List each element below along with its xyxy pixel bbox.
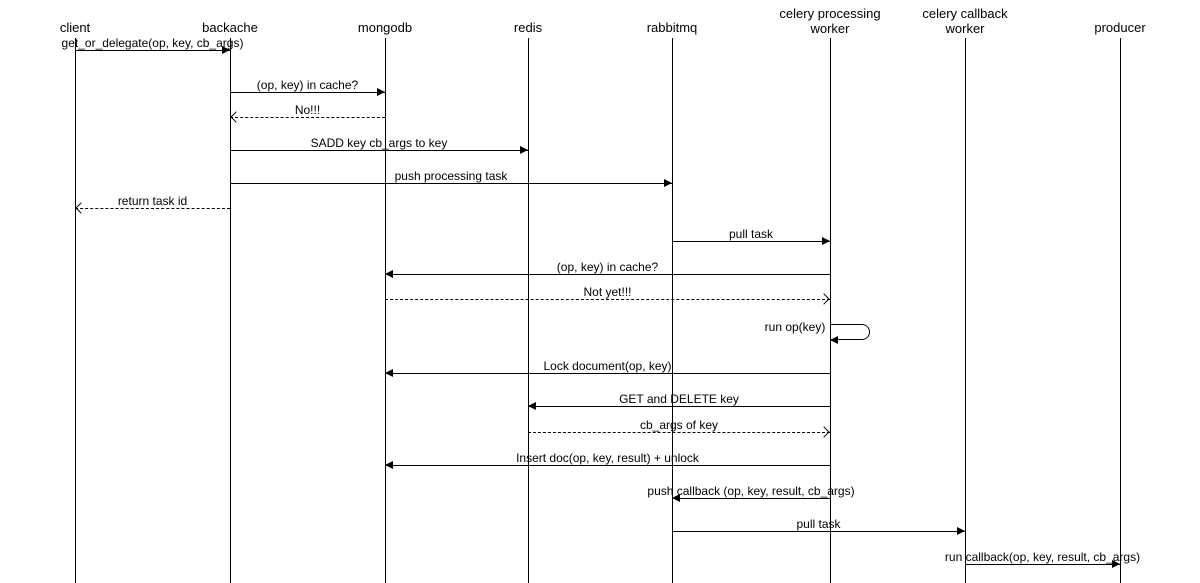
arrow-icon (520, 146, 528, 154)
message-label: cb_args of key (640, 418, 718, 432)
arrow-icon (385, 270, 393, 278)
message-label: No!!! (295, 103, 320, 117)
message-line (230, 183, 672, 184)
message-line (672, 241, 830, 242)
lifeline (830, 38, 831, 583)
participant-label: celery callbackworker (922, 6, 1007, 36)
message-label: pull task (729, 227, 773, 241)
message-line (75, 50, 230, 51)
message-label: push callback (op, key, result, cb_args) (647, 484, 854, 498)
message-line (528, 406, 830, 407)
participant-label: mongodb (358, 20, 412, 35)
arrow-icon (377, 88, 385, 96)
message-label: Lock document(op, key) (543, 359, 671, 373)
arrow-icon (664, 179, 672, 187)
message-label: (op, key) in cache? (257, 78, 358, 92)
message-label: push processing task (395, 169, 508, 183)
message-line (385, 274, 830, 275)
message-line (528, 432, 830, 433)
lifeline (230, 38, 231, 583)
message-label: SADD key cb_args to key (311, 136, 448, 150)
arrow-icon (385, 461, 393, 469)
message-line (385, 373, 830, 374)
arrow-icon (830, 336, 838, 344)
message-line (230, 150, 528, 151)
message-label: GET and DELETE key (619, 392, 739, 406)
message-line (672, 531, 965, 532)
message-line (385, 465, 830, 466)
arrow-icon (75, 202, 86, 213)
lifeline (1120, 38, 1121, 583)
lifeline (528, 38, 529, 583)
arrow-icon (528, 402, 536, 410)
arrow-icon (385, 369, 393, 377)
arrow-icon (818, 426, 829, 437)
lifeline (75, 38, 76, 583)
participant-label: producer (1094, 20, 1145, 35)
message-label: run callback(op, key, result, cb_args) (945, 550, 1140, 564)
lifeline (385, 38, 386, 583)
message-label: return task id (118, 194, 187, 208)
message-line (672, 498, 830, 499)
participant-label: client (60, 20, 90, 35)
message-line (230, 117, 385, 118)
message-line (965, 564, 1120, 565)
participant-label: celery processingworker (779, 6, 880, 36)
message-label: (op, key) in cache? (557, 260, 658, 274)
message-label: get_or_delegate(op, key, cb_args) (62, 36, 244, 50)
message-label: Insert doc(op, key, result) + unlock (516, 451, 699, 465)
message-line (385, 299, 830, 300)
participant-label: backache (202, 20, 258, 35)
participant-label: redis (514, 20, 542, 35)
participant-label: rabbitmq (647, 20, 698, 35)
arrow-icon (818, 293, 829, 304)
message-line (75, 208, 230, 209)
arrow-icon (957, 527, 965, 535)
arrow-icon (822, 237, 830, 245)
arrow-icon (230, 111, 241, 122)
message-label: run op(key) (765, 320, 826, 334)
message-label: pull task (796, 517, 840, 531)
lifeline (965, 38, 966, 583)
message-label: Not yet!!! (583, 285, 631, 299)
message-line (230, 92, 385, 93)
